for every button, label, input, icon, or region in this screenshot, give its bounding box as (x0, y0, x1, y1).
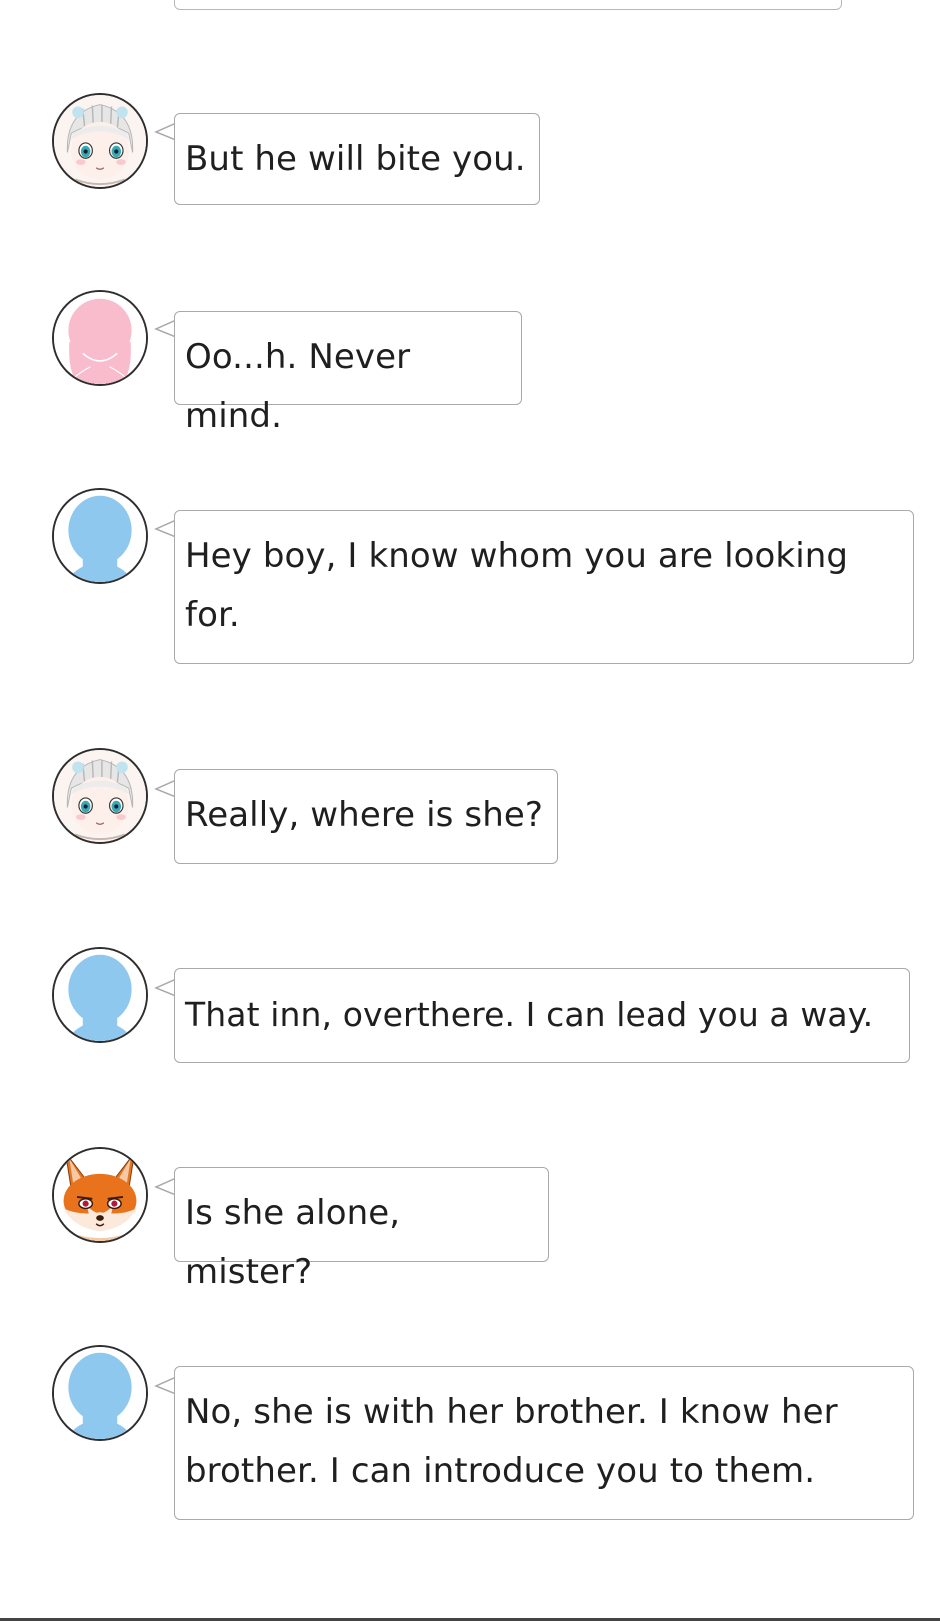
message-bubble: But he will bite you. (174, 113, 540, 205)
message-bubble: Hey boy, I know whom you are looking for… (174, 510, 914, 664)
speech-tail (154, 1175, 176, 1197)
speech-tail (154, 317, 176, 339)
message-text: Oo...h. Never mind. (185, 337, 411, 436)
speech-tail (154, 777, 176, 799)
message-text: But he will bite you. (185, 139, 526, 179)
speech-tail (154, 517, 176, 539)
white-haired-girl-icon (52, 748, 148, 844)
speech-tail (154, 1374, 176, 1396)
message-text: That inn, overthere. I can lead you a wa… (185, 995, 874, 1034)
message-bubble: No, she is with her brother. I know her … (174, 1366, 914, 1520)
blue-silhouette-icon (52, 488, 148, 584)
message-text: Really, where is she? (185, 795, 544, 835)
speech-tail (154, 120, 176, 142)
blue-silhouette-icon (52, 1345, 148, 1441)
message-text: Hey boy, I know whom you are looking for… (185, 536, 849, 635)
blue-silhouette-icon (52, 947, 148, 1043)
fox-icon (52, 1147, 148, 1243)
white-haired-girl-icon (52, 93, 148, 189)
message-text: Is she alone, mister? (185, 1193, 401, 1292)
previous-message-bubble (174, 0, 842, 10)
message-bubble: Really, where is she? (174, 769, 558, 864)
pink-silhouette-icon (52, 290, 148, 386)
message-bubble: That inn, overthere. I can lead you a wa… (174, 968, 910, 1063)
message-bubble: Oo...h. Never mind. (174, 311, 522, 436)
message-text: No, she is with her brother. I know her … (185, 1392, 838, 1491)
message-bubble: Is she alone, mister? (174, 1167, 549, 1292)
speech-tail (154, 976, 176, 998)
